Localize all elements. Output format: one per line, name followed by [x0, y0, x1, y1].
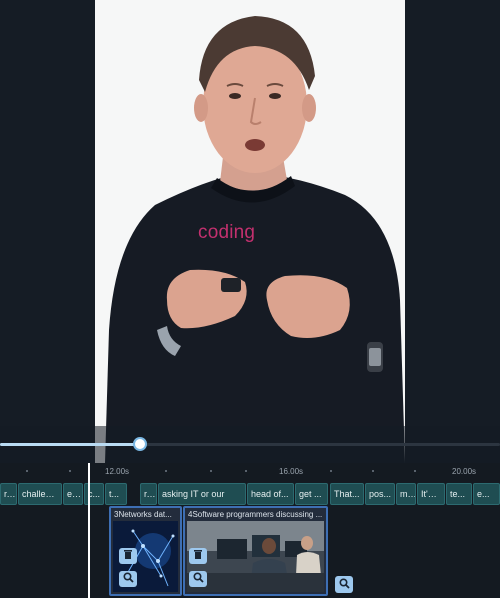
- ruler-tick: [372, 470, 374, 472]
- word-clip[interactable]: asking IT or our: [158, 483, 246, 505]
- word-clip[interactable]: get ...: [295, 483, 328, 505]
- ruler-tick: [210, 470, 212, 472]
- word-clip[interactable]: r...: [0, 483, 17, 505]
- video-editor: { "video": { "caption": "coding" }, "scr…: [0, 0, 500, 598]
- magnifier-icon: [122, 570, 134, 588]
- word-clip[interactable]: head of...: [247, 483, 294, 505]
- word-clip[interactable]: That...: [330, 483, 364, 505]
- zoom-clip-button[interactable]: [189, 571, 207, 587]
- ruler-tick: [69, 470, 71, 472]
- trash-icon: [123, 547, 133, 565]
- media-clip-title: 3Networks dat...: [114, 510, 172, 519]
- ruler-label: 12.00s: [105, 467, 130, 476]
- trash-icon: [193, 547, 203, 565]
- media-clip-thumbnail: [187, 521, 324, 592]
- word-clip[interactable]: r...: [140, 483, 157, 505]
- media-clip-title: 4Software programmers discussing ...: [188, 510, 323, 519]
- caption-word-track: r... challen... e... c... t... r... aski…: [0, 483, 500, 505]
- ruler-tick: [414, 470, 416, 472]
- media-clip[interactable]: 3Networks dat...: [109, 506, 182, 596]
- word-clip[interactable]: It's ...: [417, 483, 445, 505]
- word-clip[interactable]: t...: [105, 483, 127, 505]
- video-frame[interactable]: coding: [95, 0, 405, 463]
- word-clip[interactable]: pos...: [365, 483, 395, 505]
- word-clip[interactable]: m...: [396, 483, 416, 505]
- zoom-clip-button[interactable]: [119, 571, 137, 587]
- scrubber-progress: [0, 443, 140, 446]
- video-stage: coding: [0, 0, 500, 463]
- word-clip[interactable]: e...: [63, 483, 83, 505]
- video-caption: coding: [198, 222, 256, 243]
- media-clip[interactable]: 4Software programmers discussing ...: [183, 506, 328, 596]
- timeline-playhead[interactable]: [88, 463, 90, 598]
- zoom-clip-button[interactable]: [335, 576, 353, 593]
- ruler-tick: [165, 470, 167, 472]
- magnifier-icon: [338, 576, 350, 594]
- word-clip[interactable]: te...: [446, 483, 472, 505]
- magnifier-icon: [192, 570, 204, 588]
- word-clip[interactable]: e...: [473, 483, 500, 505]
- timeline-ruler: 12.00s 16.00s 20.00s: [0, 463, 500, 481]
- delete-clip-button[interactable]: [189, 548, 207, 564]
- ruler-tick: [26, 470, 28, 472]
- ruler-label: 20.00s: [452, 467, 477, 476]
- ruler-tick: [245, 470, 247, 472]
- ruler-tick: [330, 470, 332, 472]
- timeline[interactable]: 12.00s 16.00s 20.00s r... challen... e..…: [0, 463, 500, 598]
- ruler-label: 16.00s: [279, 467, 304, 476]
- word-clip[interactable]: challen...: [18, 483, 62, 505]
- delete-clip-button[interactable]: [119, 548, 137, 564]
- scrubber-handle[interactable]: [133, 437, 147, 451]
- word-clip[interactable]: c...: [84, 483, 104, 505]
